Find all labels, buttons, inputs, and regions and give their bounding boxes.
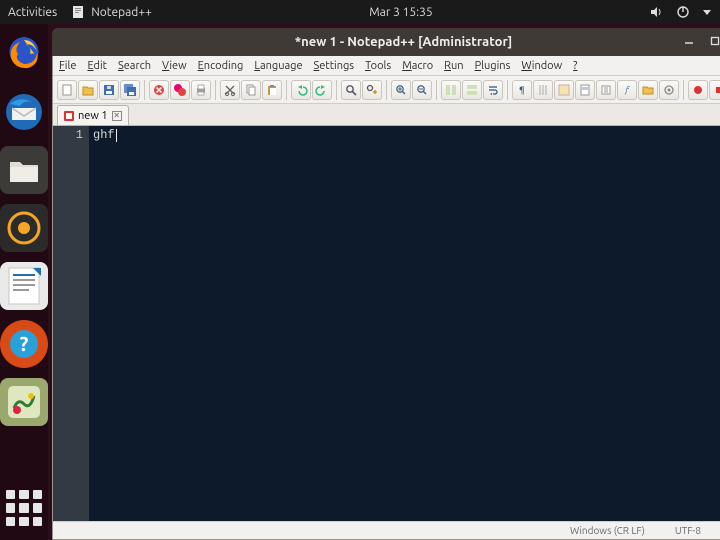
dock-firefox[interactable] (0, 30, 48, 78)
notepadpp-window: *new 1 - Notepad++ [Administrator] File E… (48, 24, 720, 540)
sync-v-button[interactable] (441, 80, 461, 100)
dock-help[interactable]: ? (0, 320, 48, 368)
maximize-button[interactable] (705, 31, 720, 51)
user-lang-button[interactable] (554, 80, 574, 100)
copy-button[interactable] (241, 80, 261, 100)
window-titlebar[interactable]: *new 1 - Notepad++ [Administrator] (52, 28, 720, 56)
menu-file[interactable]: File (59, 60, 76, 72)
zoom-out-button[interactable] (412, 80, 432, 100)
dock-files[interactable] (0, 146, 48, 194)
document-tab-label: new 1 (78, 110, 108, 122)
ubuntu-dock: ? (0, 24, 48, 540)
folder-button[interactable] (638, 80, 658, 100)
svg-text:?: ? (20, 332, 29, 355)
print-button[interactable] (191, 80, 211, 100)
menu-run[interactable]: Run (444, 60, 463, 72)
menu-plugins[interactable]: Plugins (475, 60, 511, 72)
menu-edit[interactable]: Edit (87, 60, 107, 72)
toolbar: ¶ f (53, 76, 720, 104)
doc-list-button[interactable] (596, 80, 616, 100)
paste-button[interactable] (262, 80, 282, 100)
window-title: *new 1 - Notepad++ [Administrator] (52, 35, 720, 49)
show-chars-button[interactable]: ¶ (512, 80, 532, 100)
unsaved-indicator-icon (64, 111, 74, 121)
svg-text:f: f (624, 85, 630, 95)
zoom-in-button[interactable] (391, 80, 411, 100)
status-eol: Windows (CR LF) (570, 525, 645, 536)
close-file-button[interactable] (149, 80, 169, 100)
menu-macro[interactable]: Macro (402, 60, 433, 72)
power-icon[interactable] (676, 5, 690, 19)
wrap-button[interactable] (483, 80, 503, 100)
replace-button[interactable] (362, 80, 382, 100)
menu-[interactable]: ? (573, 60, 577, 72)
line-number: 1 (53, 128, 83, 142)
document-tab-bar: new 1 ✕ (53, 104, 720, 126)
save-button[interactable] (99, 80, 119, 100)
status-charset: UTF-8 (675, 525, 701, 536)
menu-settings[interactable]: Settings (314, 60, 355, 72)
doc-map-button[interactable] (575, 80, 595, 100)
text-editor[interactable]: 1 ghf (53, 126, 720, 521)
show-applications-button[interactable] (6, 490, 42, 526)
sync-h-button[interactable] (462, 80, 482, 100)
open-file-button[interactable] (78, 80, 98, 100)
notepad-icon (71, 5, 85, 19)
monitor-button[interactable] (659, 80, 679, 100)
dock-rhythmbox[interactable] (0, 204, 48, 252)
menu-window[interactable]: Window (521, 60, 562, 72)
volume-icon[interactable] (650, 5, 664, 19)
gnome-top-panel: Activities Notepad++ Mar 3 15:35 (0, 0, 720, 24)
save-all-button[interactable] (120, 80, 140, 100)
code-text: ghf (93, 128, 115, 142)
dock-libreoffice-writer[interactable] (0, 262, 48, 310)
menu-encoding[interactable]: Encoding (198, 60, 244, 72)
find-button[interactable] (341, 80, 361, 100)
dock-wine-app[interactable] (0, 378, 48, 426)
menu-bar: File Edit Search View Encoding Language Settin… (53, 56, 720, 76)
new-file-button[interactable] (57, 80, 77, 100)
undo-button[interactable] (291, 80, 311, 100)
menu-search[interactable]: Search (118, 60, 151, 72)
indent-guide-button[interactable] (533, 80, 553, 100)
menu-tools[interactable]: Tools (365, 60, 391, 72)
menu-language[interactable]: Language (254, 60, 302, 72)
redo-button[interactable] (312, 80, 332, 100)
dock-thunderbird[interactable] (0, 88, 48, 136)
caret-down-icon[interactable] (702, 7, 712, 17)
cut-button[interactable] (220, 80, 240, 100)
stop-macro-button[interactable] (709, 80, 720, 100)
text-caret (116, 129, 117, 142)
app-indicator[interactable]: Notepad++ (71, 5, 152, 19)
record-macro-button[interactable] (688, 80, 708, 100)
minimize-button[interactable] (679, 31, 699, 51)
close-all-button[interactable] (170, 80, 190, 100)
status-bar: Windows (CR LF) UTF-8 INS (53, 521, 720, 539)
clock[interactable]: Mar 3 15:35 (152, 6, 650, 19)
menu-view[interactable]: View (162, 60, 187, 72)
svg-text:¶: ¶ (519, 85, 525, 95)
tab-close-icon[interactable]: ✕ (112, 111, 122, 121)
activities-button[interactable]: Activities (8, 6, 57, 19)
line-number-gutter: 1 (53, 126, 89, 521)
code-area[interactable]: ghf (89, 126, 720, 521)
document-tab[interactable]: new 1 ✕ (57, 105, 129, 125)
func-list-button[interactable]: f (617, 80, 637, 100)
